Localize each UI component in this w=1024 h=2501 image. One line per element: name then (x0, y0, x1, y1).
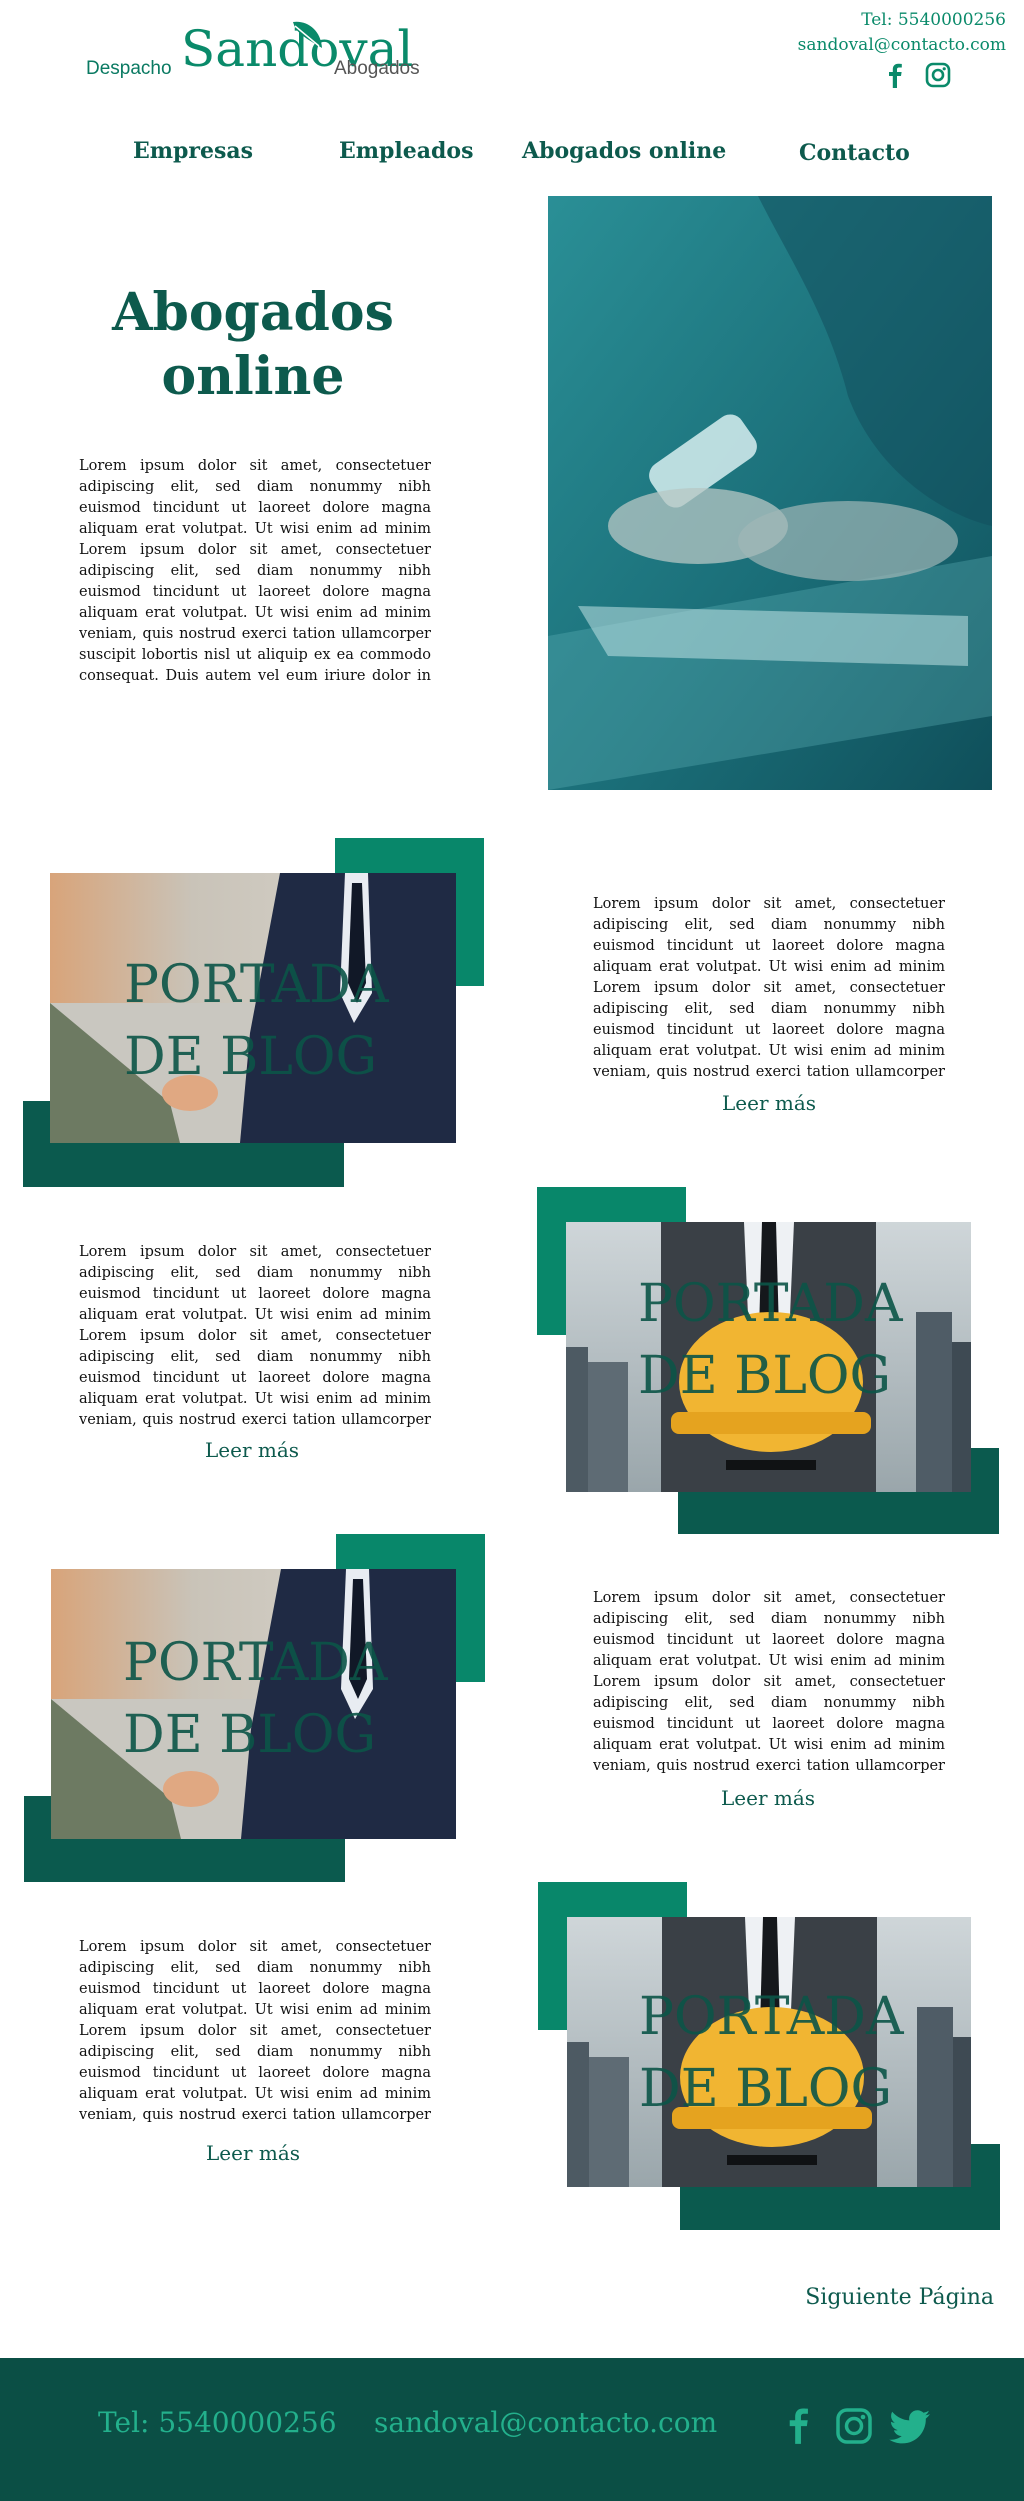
nav-item-contacto[interactable]: Contacto (799, 140, 910, 166)
site-footer: Tel: 5540000256 sandoval@contacto.com (0, 2358, 1024, 2501)
read-more-link[interactable]: Leer más (669, 1091, 869, 1115)
hero-image (548, 196, 992, 790)
blog-excerpt: Lorem ipsum dolor sit amet, consectetuer… (79, 1939, 431, 2123)
read-more-link[interactable]: Leer más (668, 1786, 868, 1810)
facebook-icon[interactable] (785, 2406, 811, 2448)
header-phone[interactable]: Tel: 5540000256 (861, 10, 1006, 30)
footer-phone[interactable]: Tel: 5540000256 (98, 2406, 337, 2439)
hero-paragraph: Lorem ipsum dolor sit amet, consectetuer… (79, 458, 431, 684)
blog-cover-title-line-2: DE BLOG (123, 1705, 377, 1765)
blog-cover-title: PORTADA DE BLOG (124, 949, 389, 1093)
feather-icon (289, 18, 325, 58)
nav-item-abogados-online[interactable]: Abogados online (522, 138, 726, 164)
instagram-icon[interactable] (835, 2407, 873, 2449)
blog-cover-title-line-2: DE BLOG (124, 1027, 378, 1087)
blog-cover-title-line-1: PORTADA (124, 955, 389, 1015)
footer-email[interactable]: sandoval@contacto.com (374, 2406, 717, 2439)
header-email[interactable]: sandoval@contacto.com (798, 35, 1006, 55)
blog-cover-image[interactable]: PORTADA DE BLOG (50, 873, 456, 1143)
hero-title-line-1: Abogados (112, 282, 394, 343)
blog-cover-image[interactable]: PORTADA DE BLOG (567, 1917, 971, 2187)
nav-item-empresas[interactable]: Empresas (133, 138, 253, 164)
blog-cover-title: PORTADA DE BLOG (639, 1981, 904, 2125)
next-page-link[interactable]: Siguiente Página (805, 2285, 994, 2310)
read-more-link[interactable]: Leer más (152, 1438, 352, 1462)
blog-cover-image[interactable]: PORTADA DE BLOG (51, 1569, 456, 1839)
hero-title: Abogados online (78, 281, 428, 409)
blog-cover-title: PORTADA DE BLOG (638, 1268, 903, 1412)
logo-suffix: Abogados (334, 58, 420, 79)
twitter-icon[interactable] (889, 2410, 931, 2448)
facebook-icon[interactable] (884, 62, 906, 88)
blog-cover-title-line-1: PORTADA (638, 1274, 903, 1334)
instagram-icon[interactable] (925, 62, 951, 88)
hero-title-line-2: online (161, 345, 345, 407)
blog-cover-title: PORTADA DE BLOG (123, 1627, 388, 1771)
blog-cover-title-line-1: PORTADA (639, 1987, 904, 2047)
blog-cover-image[interactable]: PORTADA DE BLOG (566, 1222, 971, 1492)
blog-cover-title-line-2: DE BLOG (638, 1346, 892, 1406)
read-more-link[interactable]: Leer más (153, 2141, 353, 2165)
blog-excerpt: Lorem ipsum dolor sit amet, consectetuer… (593, 896, 945, 1080)
blog-cover-title-line-1: PORTADA (123, 1633, 388, 1693)
nav-item-empleados[interactable]: Empleados (339, 138, 473, 164)
logo-prefix: Despacho (86, 58, 172, 79)
blog-cover-title-line-2: DE BLOG (639, 2059, 893, 2119)
blog-excerpt: Lorem ipsum dolor sit amet, consectetuer… (79, 1244, 431, 1428)
site-logo[interactable]: Despacho Sandoval Abogados (86, 20, 436, 84)
blog-excerpt: Lorem ipsum dolor sit amet, consectetuer… (593, 1590, 945, 1774)
